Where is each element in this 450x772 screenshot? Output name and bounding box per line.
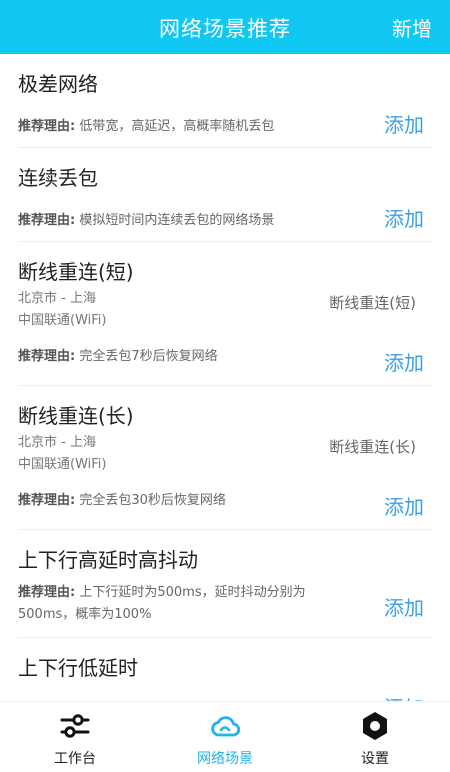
scenario-item: 断线重连(短) 北京市 - 上海 中国联通(WiFi) 断线重连(短) 推荐理由… xyxy=(18,242,432,386)
scenario-item: 上下行高延时高抖动 推荐理由: 上下行延时为500ms，延时抖动分别为500ms… xyxy=(18,530,432,638)
cloud-icon xyxy=(211,716,241,737)
sliders-icon xyxy=(60,714,90,738)
add-button[interactable]: 添加 xyxy=(384,592,424,621)
tab-workbench[interactable]: 工作台 xyxy=(0,702,150,772)
add-button[interactable]: 添加 xyxy=(384,203,424,232)
tab-label: 网络场景 xyxy=(197,751,253,767)
scenario-item: 上下行低延时 添加 xyxy=(18,638,432,702)
app-header: 网络场景推荐 新增 xyxy=(0,0,450,54)
add-button[interactable]: 添加 xyxy=(384,491,424,520)
scenario-item: 断线重连(长) 北京市 - 上海 中国联通(WiFi) 断线重连(长) 推荐理由… xyxy=(18,386,432,530)
scenario-item: 连续丢包 推荐理由: 模拟短时间内连续丢包的网络场景 添加 xyxy=(18,148,432,242)
add-button[interactable]: 添加 xyxy=(384,109,424,138)
scenario-reason: 推荐理由: 上下行延时为500ms，延时抖动分别为500ms，概率为100% xyxy=(18,585,306,622)
scenario-title: 上下行高延时高抖动 xyxy=(18,548,198,572)
new-button[interactable]: 新增 xyxy=(392,13,432,42)
scenario-reason: 推荐理由: 低带宽，高延迟，高概率随机丢包 xyxy=(18,119,275,134)
profile-label: 断线重连(短) xyxy=(329,294,416,312)
profile-label: 断线重连(长) xyxy=(329,438,416,456)
tab-network-scenes[interactable]: 网络场景 xyxy=(150,702,300,772)
scenario-title: 连续丢包 xyxy=(18,166,98,190)
scenario-title: 极差网络 xyxy=(18,72,98,96)
page-title: 网络场景推荐 xyxy=(159,17,291,41)
scenario-title: 断线重连(长) xyxy=(18,404,134,428)
scenario-title: 上下行低延时 xyxy=(18,656,138,680)
scenario-reason: 推荐理由: 完全丢包30秒后恢复网络 xyxy=(18,493,226,508)
scenario-reason: 推荐理由: 模拟短时间内连续丢包的网络场景 xyxy=(18,213,275,228)
scenario-title: 断线重连(短) xyxy=(18,260,134,284)
hex-gear-icon xyxy=(363,712,387,740)
tab-settings[interactable]: 设置 xyxy=(300,702,450,772)
scenario-list[interactable]: 极差网络 推荐理由: 低带宽，高延迟，高概率随机丢包 添加 连续丢包 推荐理由:… xyxy=(0,54,450,702)
tab-label: 设置 xyxy=(361,751,389,767)
scenario-item: 极差网络 推荐理由: 低带宽，高延迟，高概率随机丢包 添加 xyxy=(18,54,432,148)
carrier-text: 中国联通(WiFi) xyxy=(18,313,107,328)
tab-label: 工作台 xyxy=(54,751,96,767)
scenario-reason: 推荐理由: 完全丢包7秒后恢复网络 xyxy=(18,349,218,364)
carrier-text: 中国联通(WiFi) xyxy=(18,457,107,472)
add-button[interactable]: 添加 xyxy=(384,347,424,376)
bottom-tab-bar: 工作台 网络场景 设置 xyxy=(0,701,450,772)
